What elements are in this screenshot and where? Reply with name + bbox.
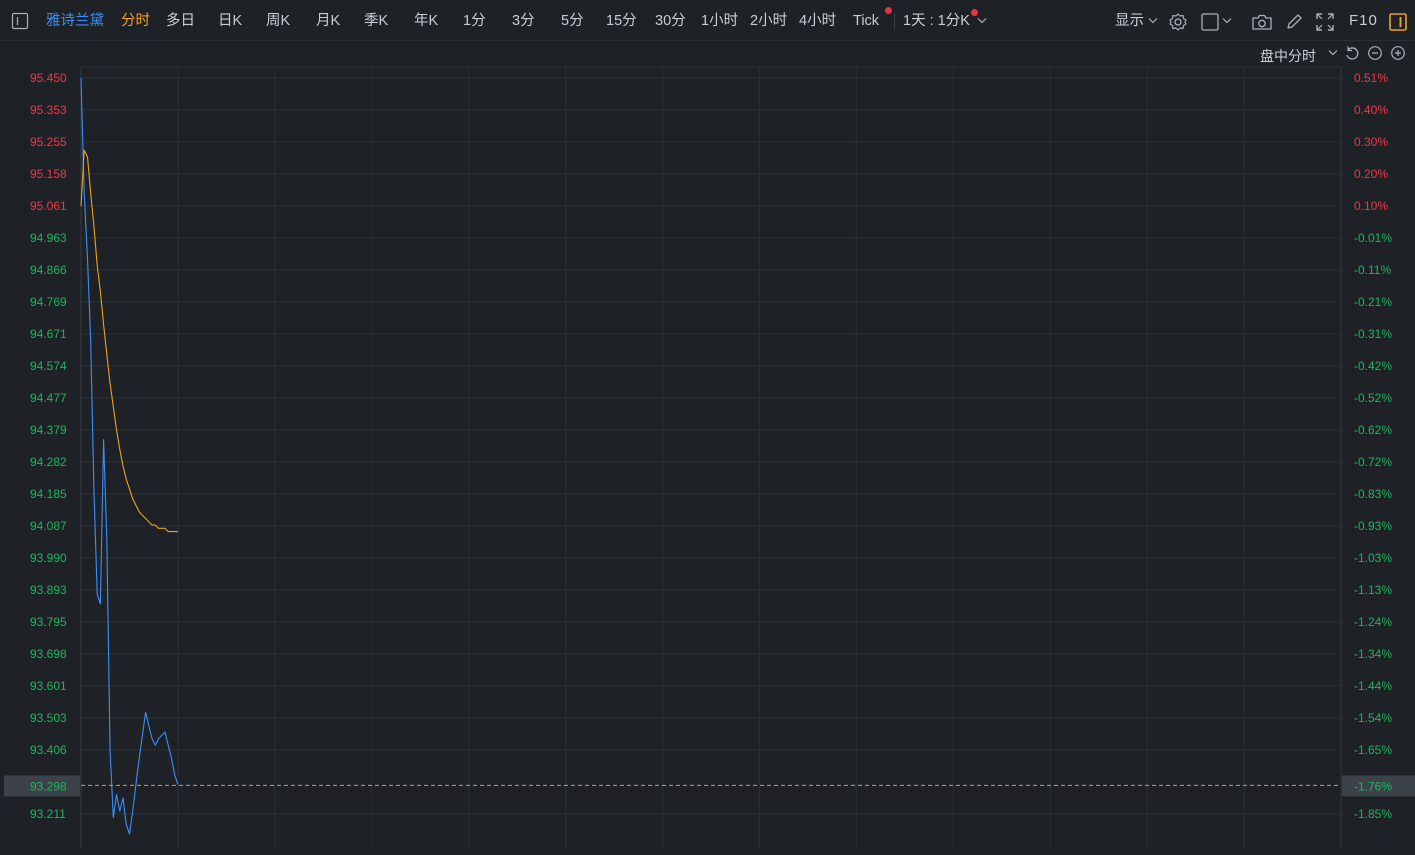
y-tick-label: 94.769	[30, 295, 67, 309]
period-tab-0[interactable]: 多日	[166, 11, 195, 31]
y-tick-label: 93.795	[30, 615, 67, 629]
y-tick-label: 95.158	[30, 167, 67, 181]
pct-tick-label: -0.21%	[1354, 295, 1392, 309]
period-tab-12[interactable]: 2小时	[750, 11, 787, 31]
pct-tick-label: -0.93%	[1354, 519, 1392, 533]
reset-icon[interactable]	[1344, 45, 1360, 61]
pct-tick-label: -0.62%	[1354, 423, 1392, 437]
pct-tick-label: 0.10%	[1354, 199, 1388, 213]
period-tab-7[interactable]: 3分	[512, 11, 535, 31]
y-tick-label: 95.255	[30, 135, 67, 149]
y-tick-label: 94.963	[30, 231, 67, 245]
y-tick-label: 95.061	[30, 199, 67, 213]
price-line	[80, 77, 179, 835]
current-price-badge	[4, 775, 80, 797]
pct-tick-label: 0.30%	[1354, 135, 1388, 149]
y-tick-label: 94.477	[30, 391, 67, 405]
chart-subbar: 盘中分时	[0, 44, 1415, 66]
period-tab-2[interactable]: 周K	[266, 11, 290, 31]
period-tab-8[interactable]: 5分	[561, 11, 584, 31]
y-tick-label: 93.601	[30, 679, 67, 693]
f10-button[interactable]: F10	[1349, 11, 1378, 31]
y-tick-label: 95.450	[30, 71, 67, 85]
toolbar: 雅诗兰黛 分时 多日 日K 周K 月K 季K 年K 1分 3分 5分 15分 30分 1小时 2小时 4小…	[0, 0, 1415, 41]
period-tab-13[interactable]: 4小时	[799, 11, 836, 31]
current-price-label: 93.298	[30, 779, 67, 793]
y-tick-label: 94.866	[30, 263, 67, 277]
pct-tick-label: -0.01%	[1354, 231, 1392, 245]
camera-icon[interactable]	[1251, 12, 1273, 32]
y-tick-label: 93.503	[30, 711, 67, 725]
current-pct-badge	[1342, 775, 1415, 797]
pct-tick-label: -1.44%	[1354, 679, 1392, 693]
toolbar-divider	[894, 13, 895, 29]
average-line	[80, 149, 178, 533]
pct-tick-label: -1.24%	[1354, 615, 1392, 629]
panel-toggle-icon[interactable]	[1388, 12, 1408, 32]
period-tab-4[interactable]: 季K	[364, 11, 388, 31]
period-tab-10[interactable]: 30分	[655, 11, 686, 31]
zoom-out-icon[interactable]	[1367, 45, 1383, 61]
y-tick-label: 94.574	[30, 359, 67, 373]
pct-tick-label: -0.52%	[1354, 391, 1392, 405]
session-chevron-down-icon[interactable]	[1328, 49, 1338, 57]
y-tick-label: 93.406	[30, 743, 67, 757]
range-chevron-down-icon[interactable]	[977, 17, 987, 25]
period-tab-intraday[interactable]: 分时	[121, 11, 150, 31]
display-chevron-down-icon[interactable]	[1148, 17, 1158, 25]
period-tab-5[interactable]: 年K	[414, 11, 438, 31]
pct-tick-label: -1.65%	[1354, 743, 1392, 757]
pct-tick-label: -1.34%	[1354, 647, 1392, 661]
y-tick-label: 93.698	[30, 647, 67, 661]
fullscreen-icon[interactable]	[1315, 12, 1335, 32]
pct-tick-label: -0.42%	[1354, 359, 1392, 373]
intraday-chart: 95.450 0.51% 95.353 0.40% 95.255 0.30% 95.158 0…	[4, 66, 1415, 849]
y-tick-label: 93.211	[30, 807, 66, 821]
period-tab-3[interactable]: 月K	[316, 11, 340, 31]
pct-tick-label: -0.72%	[1354, 455, 1392, 469]
period-tab-9[interactable]: 15分	[606, 11, 637, 31]
range-selector[interactable]: 1天 : 1分K	[903, 11, 970, 31]
pct-tick-label: -0.83%	[1354, 487, 1392, 501]
pct-tick-label: 0.20%	[1354, 167, 1388, 181]
pct-tick-label: -0.11%	[1354, 263, 1391, 277]
y-tick-label: 94.185	[30, 487, 67, 501]
sidebar-toggle-icon[interactable]	[11, 12, 29, 30]
y-tick-label: 94.282	[30, 455, 67, 469]
pct-tick-label: -1.13%	[1354, 583, 1392, 597]
y-tick-label: 94.379	[30, 423, 67, 437]
symbol-name[interactable]: 雅诗兰黛	[46, 11, 104, 31]
layout-chevron-down-icon[interactable]	[1222, 17, 1232, 25]
pct-tick-label: -1.54%	[1354, 711, 1392, 725]
current-pct-label: -1.76%	[1354, 779, 1392, 793]
gear-icon[interactable]	[1168, 12, 1188, 32]
pct-tick-label: 0.51%	[1354, 71, 1388, 85]
pct-tick-label: -0.31%	[1354, 327, 1392, 341]
layout-square-icon[interactable]	[1200, 12, 1220, 32]
y-tick-label: 93.893	[30, 583, 67, 597]
period-tab-1[interactable]: 日K	[218, 11, 242, 31]
pct-tick-label: 0.40%	[1354, 103, 1388, 117]
pct-tick-label: -1.85%	[1354, 807, 1392, 821]
chart-labels: 95.450 0.51% 95.353 0.40% 95.255 0.30% 95.158 0…	[4, 71, 1415, 821]
zoom-in-icon[interactable]	[1390, 45, 1406, 61]
y-tick-label: 95.353	[30, 103, 67, 117]
range-new-dot	[971, 9, 978, 16]
tick-new-dot	[885, 7, 892, 14]
chart-axes	[80, 66, 1342, 849]
chart-series	[80, 77, 1341, 835]
period-tab-11[interactable]: 1小时	[701, 11, 738, 31]
y-tick-label: 94.671	[30, 327, 67, 341]
pct-tick-label: -1.03%	[1354, 551, 1392, 565]
session-selector[interactable]: 盘中分时	[1260, 46, 1316, 66]
y-tick-label: 93.990	[30, 551, 67, 565]
y-tick-label: 94.087	[30, 519, 67, 533]
period-tab-14[interactable]: Tick	[853, 11, 879, 31]
display-menu[interactable]: 显示	[1115, 11, 1144, 31]
period-tab-6[interactable]: 1分	[463, 11, 486, 31]
pen-icon[interactable]	[1284, 12, 1304, 32]
chart-grid	[81, 67, 1341, 849]
